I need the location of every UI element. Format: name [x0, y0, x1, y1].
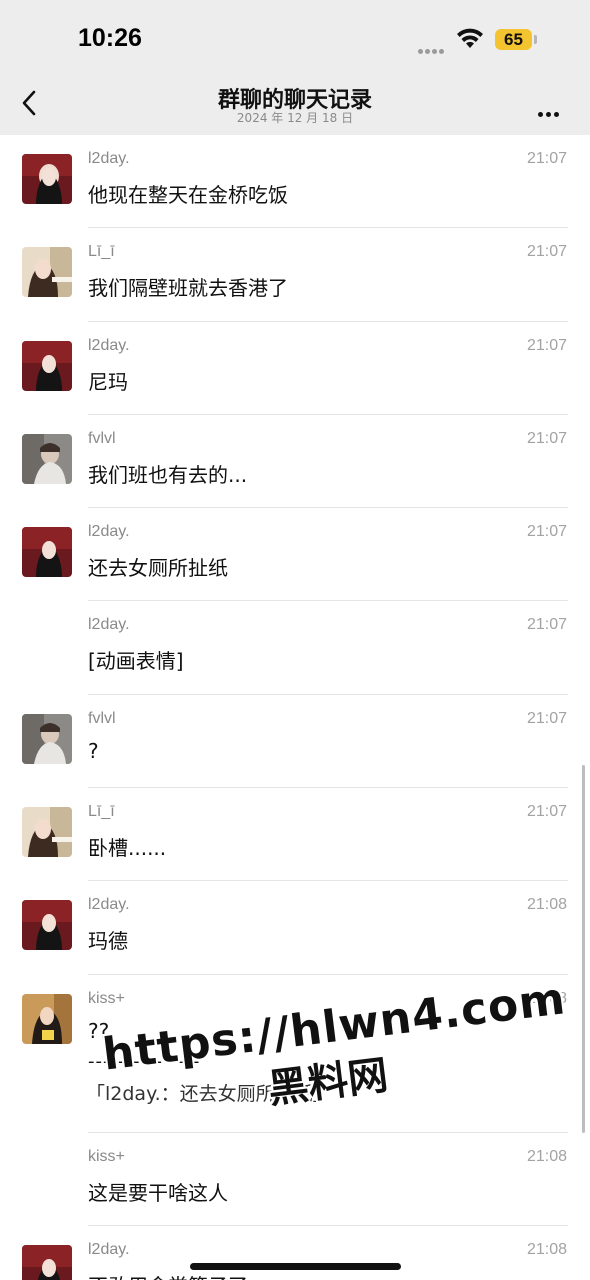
- list-item[interactable]: fvlvl 21:07 我们班也有去的...: [0, 415, 590, 509]
- message-time: 21:07: [526, 243, 567, 261]
- message-time: 21:07: [526, 709, 567, 727]
- sender-name: fvlvl: [88, 709, 116, 727]
- message-time: 21:07: [526, 429, 567, 447]
- avatar[interactable]: [22, 807, 72, 858]
- status-bar: 10:26 65: [0, 0, 590, 76]
- sender-name: Lī_ī: [88, 243, 115, 261]
- list-item[interactable]: kiss+ 21:08 这是要干啥这人: [0, 1133, 590, 1226]
- list-item[interactable]: l2day. 21:08 不敢用食堂筷子了: [0, 1226, 590, 1280]
- sender-name: l2day.: [88, 523, 130, 541]
- avatar[interactable]: [22, 154, 72, 204]
- wifi-icon: [457, 28, 483, 48]
- message-text: ?: [88, 738, 99, 763]
- sender-name: l2day.: [88, 896, 130, 914]
- message-text: 玛德: [88, 929, 128, 954]
- message-time: 21:07: [526, 616, 567, 634]
- list-item[interactable]: Lī_ī 21:07 卧槽......: [0, 788, 590, 882]
- list-item[interactable]: l2day. 21:07 [动画表情]: [0, 601, 590, 695]
- list-item[interactable]: l2day. 21:08 玛德: [0, 881, 590, 975]
- sender-name: kiss+: [88, 989, 125, 1007]
- message-text: 他现在整天在金桥吃饭: [88, 183, 288, 207]
- avatar[interactable]: [22, 1244, 72, 1280]
- avatar[interactable]: [22, 340, 72, 391]
- message-text: 我们隔壁班就去香港了: [88, 276, 288, 301]
- message-time: 21:08: [526, 1147, 567, 1165]
- avatar[interactable]: [22, 247, 72, 298]
- home-indicator[interactable]: [190, 1263, 401, 1270]
- list-item[interactable]: l2day. 21:07 还去女厕所扯纸: [0, 508, 590, 602]
- sender-name: Lī_ī: [88, 803, 115, 821]
- sender-name: l2day.: [88, 616, 130, 634]
- message-time: 21:07: [526, 336, 567, 354]
- message-text: 尼玛: [88, 369, 128, 394]
- sender-name: l2day.: [88, 336, 130, 354]
- message-time: 21:08: [526, 896, 567, 914]
- signal-icon: [418, 39, 446, 58]
- list-item[interactable]: l2day. 21:07 他现在整天在金桥吃饭: [0, 135, 590, 229]
- list-item[interactable]: Lī_ī 21:07 我们隔壁班就去香港了: [0, 228, 590, 322]
- avatar[interactable]: [22, 433, 72, 484]
- message-time: 21:08: [526, 1240, 567, 1258]
- message-time: 21:07: [526, 803, 567, 821]
- battery-icon: 65: [495, 29, 532, 50]
- message-time: 21:07: [526, 523, 567, 541]
- scrollbar[interactable]: [582, 765, 585, 1133]
- message-text: 还去女厕所扯纸: [88, 556, 228, 581]
- sender-name: kiss+: [88, 1147, 125, 1165]
- status-time: 10:26: [78, 24, 142, 52]
- sender-name: fvlvl: [88, 429, 116, 447]
- page-subtitle: 2024 年 12 月 18 日: [236, 111, 354, 125]
- list-item[interactable]: fvlvl 21:07 ?: [0, 695, 590, 789]
- message-text: 这是要干啥这人: [88, 1180, 228, 1205]
- avatar[interactable]: [22, 527, 72, 578]
- message-text: [动画表情]: [88, 649, 184, 674]
- avatar[interactable]: [22, 713, 72, 764]
- avatar[interactable]: [22, 993, 72, 1044]
- message-text: 卧槽......: [88, 836, 167, 861]
- sender-name: l2day.: [88, 150, 130, 167]
- battery-tip: [534, 35, 537, 44]
- message-text: 不敢用食堂筷子了: [88, 1270, 248, 1280]
- nav-bar: 群聊的聊天记录 2024 年 12 月 18 日: [0, 76, 590, 135]
- list-item[interactable]: l2day. 21:07 尼玛: [0, 322, 590, 415]
- avatar[interactable]: [22, 900, 72, 951]
- more-dots-icon[interactable]: [538, 102, 562, 121]
- sender-name: l2day.: [88, 1240, 130, 1258]
- message-time: 21:07: [526, 150, 567, 167]
- message-text: 我们班也有去的...: [88, 462, 248, 487]
